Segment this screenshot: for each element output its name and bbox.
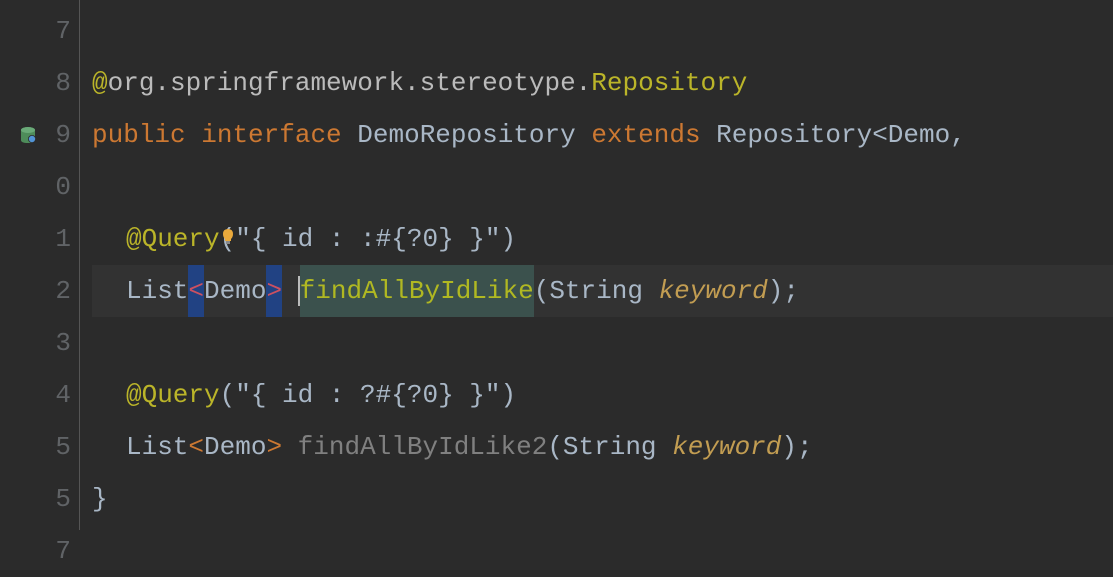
line-number: 7 (55, 525, 71, 577)
gutter-row: 7 (0, 525, 71, 577)
base-class: Repository (716, 109, 872, 161)
method-name-highlighted: findAllByIdLike (300, 265, 534, 317)
angle-bracket-open: < (872, 109, 888, 161)
paren-close: ) (500, 369, 516, 421)
gutter-row: 0 (0, 161, 71, 213)
gutter-row: 5 (0, 473, 71, 525)
angle-bracket-close-highlighted: > (266, 265, 282, 317)
keyword-interface: interface (201, 109, 341, 161)
code-line[interactable] (92, 5, 1113, 57)
param-name: keyword (672, 421, 781, 473)
type-param: Demo (204, 265, 266, 317)
gutter-row: 3 (0, 317, 71, 369)
gutter-row: 4 (0, 369, 71, 421)
close-brace: } (92, 473, 108, 525)
paren-close: ) (500, 213, 516, 265)
code-line[interactable]: @org.springframework.stereotype.Reposito… (92, 57, 1113, 109)
paren-open: ( (220, 369, 236, 421)
line-number: 7 (55, 5, 71, 57)
angle-bracket-open-highlighted: < (188, 265, 204, 317)
editor-container: 7 8 9 0 1 2 3 (0, 0, 1113, 530)
query-annotation: @Query (126, 369, 220, 421)
angle-bracket-open: < (188, 421, 204, 473)
gutter-row: 9 (0, 109, 71, 161)
angle-bracket-close: > (266, 421, 282, 473)
semicolon: ; (783, 265, 799, 317)
gutter: 7 8 9 0 1 2 3 (0, 0, 80, 530)
annotation-fqn: org.springframework.stereotype. (108, 57, 592, 109)
method-name: findAllByIdLike2 (298, 421, 548, 473)
line-number: 4 (55, 369, 71, 421)
line-number: 5 (55, 421, 71, 473)
paren-open: ( (534, 265, 550, 317)
line-number: 0 (55, 161, 71, 213)
type-param: Demo (888, 109, 950, 161)
param-type: String (563, 421, 657, 473)
semicolon: ; (797, 421, 813, 473)
code-area[interactable]: @org.springframework.stereotype.Reposito… (80, 0, 1113, 530)
paren-open: ( (547, 421, 563, 473)
query-string: "{ id : :#{?0} }" (235, 213, 500, 265)
code-line[interactable] (92, 317, 1113, 369)
code-line[interactable]: } (92, 473, 1113, 525)
code-line[interactable]: @Query("{ id : ?#{?0} }") (92, 369, 1113, 421)
code-line-active[interactable]: List<Demo> findAllByIdLike(String keywor… (92, 265, 1113, 317)
annotation-class: Repository (591, 57, 747, 109)
comma: , (950, 109, 966, 161)
code-line[interactable]: @Query("{ id : :#{?0} }") (92, 213, 1113, 265)
line-number: 2 (55, 265, 71, 317)
keyword-public: public (92, 109, 186, 161)
database-icon[interactable] (19, 126, 37, 144)
keyword-extends: extends (591, 109, 700, 161)
param-name: keyword (659, 265, 768, 317)
gutter-row: 8 (0, 57, 71, 109)
paren-close: ) (768, 265, 784, 317)
line-number: 1 (55, 213, 71, 265)
line-number: 3 (55, 317, 71, 369)
return-type: List (126, 421, 188, 473)
return-type: List (126, 265, 188, 317)
paren-close: ) (781, 421, 797, 473)
code-line[interactable]: public interface DemoRepository extends … (92, 109, 1113, 161)
code-line[interactable] (92, 525, 1113, 577)
query-string: "{ id : ?#{?0} }" (235, 369, 500, 421)
code-line[interactable] (92, 161, 1113, 213)
line-number: 5 (55, 473, 71, 525)
gutter-row: 2 (0, 265, 71, 317)
gutter-row: 5 (0, 421, 71, 473)
type-param: Demo (204, 421, 266, 473)
line-number: 9 (55, 109, 71, 161)
annotation-at: @ (92, 57, 108, 109)
gutter-row: 1 (0, 213, 71, 265)
gutter-row: 7 (0, 5, 71, 57)
code-line[interactable]: List<Demo> findAllByIdLike2(String keywo… (92, 421, 1113, 473)
line-number: 8 (55, 57, 71, 109)
class-name: DemoRepository (357, 109, 575, 161)
param-type: String (549, 265, 643, 317)
